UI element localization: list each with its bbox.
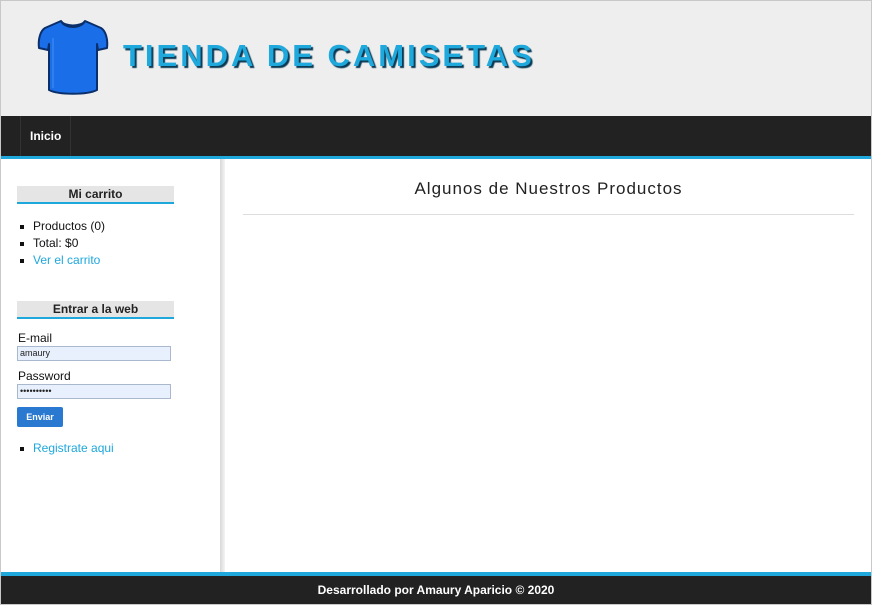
main-nav: Inicio	[1, 116, 871, 159]
submit-button[interactable]: Enviar	[17, 407, 63, 427]
register-link[interactable]: Registrate aqui	[33, 441, 114, 455]
sidebar-divider	[220, 159, 225, 572]
register-list: Registrate aqui	[18, 440, 114, 457]
password-field[interactable]	[17, 384, 171, 399]
main-title: Algunos de Nuestros Productos	[414, 179, 683, 198]
login-heading: Entrar a la web	[17, 301, 174, 319]
tshirt-icon	[37, 20, 109, 95]
view-cart-link[interactable]: Ver el carrito	[33, 253, 100, 267]
main-divider	[243, 214, 854, 215]
cart-products: Productos (0)	[18, 218, 105, 235]
site-footer: Desarrollado por Amaury Aparicio © 2020	[1, 572, 871, 604]
cart-list: Productos (0) Total: $0 Ver el carrito	[18, 218, 105, 269]
password-label: Password	[18, 369, 71, 383]
nav-item-inicio[interactable]: Inicio	[20, 116, 72, 156]
site-title: TIENDA DE CAMISETAS	[123, 38, 535, 73]
register-item: Registrate aqui	[18, 440, 114, 457]
footer-text: Desarrollado por Amaury Aparicio © 2020	[317, 583, 555, 597]
page: TIENDA DE CAMISETAS Inicio Mi carrito Pr…	[0, 0, 872, 605]
email-label: E-mail	[18, 331, 53, 345]
cart-total: Total: $0	[18, 235, 105, 252]
cart-heading: Mi carrito	[17, 186, 174, 204]
cart-link-item: Ver el carrito	[18, 252, 105, 269]
email-field[interactable]	[17, 346, 171, 361]
site-header: TIENDA DE CAMISETAS	[1, 1, 871, 116]
